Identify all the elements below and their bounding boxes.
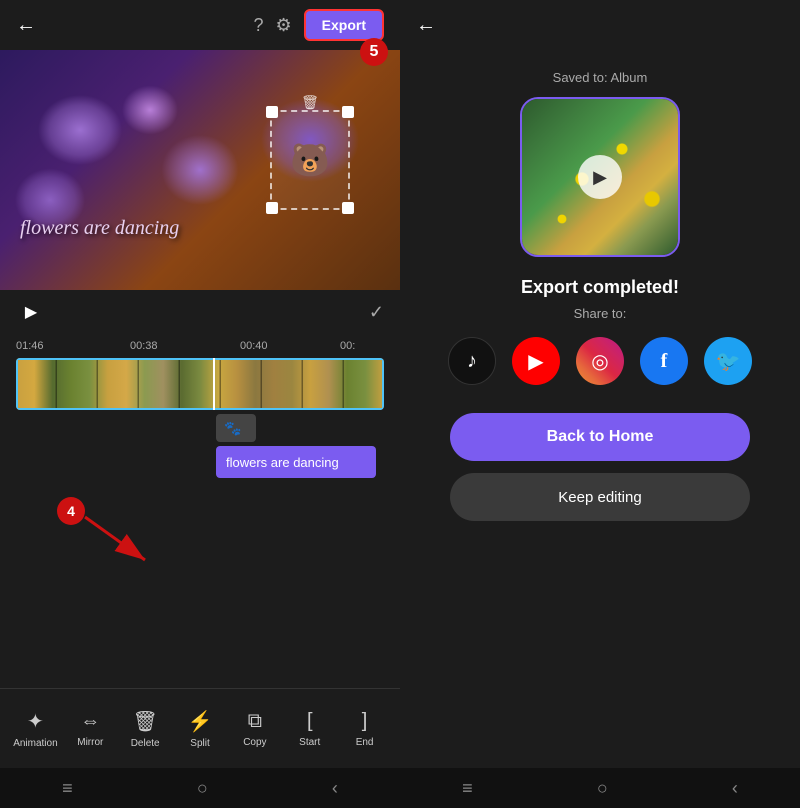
tiktok-icon: ♪: [467, 350, 477, 373]
tool-mirror[interactable]: ⇔ Mirror: [63, 710, 118, 748]
animation-label: Animation: [13, 738, 57, 749]
tool-animation[interactable]: ✦ Animation: [8, 709, 63, 749]
back-button[interactable]: ←: [16, 14, 36, 37]
start-icon: [: [307, 710, 313, 733]
text-track-label: flowers are dancing: [226, 455, 339, 470]
resize-handle-tr[interactable]: [342, 106, 354, 118]
video-background: flowers are dancing 🗑 🐻: [0, 50, 400, 290]
play-button[interactable]: ▶: [16, 297, 46, 327]
tool-delete[interactable]: 🗑 Delete: [118, 709, 173, 749]
export-button[interactable]: Export: [304, 9, 384, 41]
time-label-3: 00:40: [240, 340, 268, 352]
sub-tracks: 🐾 flowers are dancing: [16, 414, 384, 478]
saved-label: Saved to: Album: [553, 70, 648, 85]
time-label-4: 00:: [340, 340, 355, 352]
share-twitter-button[interactable]: 🐦: [704, 337, 752, 385]
instagram-icon: ◎: [591, 349, 608, 374]
left-nav-back-icon[interactable]: ‹: [332, 778, 338, 799]
right-nav-home-icon[interactable]: ○: [597, 778, 608, 799]
tool-end[interactable]: ] End: [337, 710, 392, 748]
sticker-track[interactable]: 🐾: [216, 414, 256, 442]
share-instagram-button[interactable]: ◎: [576, 337, 624, 385]
split-label: Split: [190, 738, 209, 749]
mirror-label: Mirror: [77, 737, 103, 748]
share-icons-row: ♪ ▶ ◎ f 🐦: [448, 337, 752, 385]
twitter-icon: 🐦: [716, 349, 741, 374]
settings-icon[interactable]: ⚙: [276, 15, 292, 36]
time-label-2: 00:38: [130, 340, 158, 352]
tool-copy[interactable]: ⧉ Copy: [227, 710, 282, 748]
end-icon: ]: [362, 710, 368, 733]
share-tiktok-button[interactable]: ♪: [448, 337, 496, 385]
timeline-ruler: 01:46 00:38 00:40 00:: [0, 334, 400, 358]
right-back-button[interactable]: ←: [416, 14, 436, 37]
right-nav-menu-icon[interactable]: ≡: [462, 778, 473, 799]
right-nav-back-icon[interactable]: ‹: [732, 778, 738, 799]
time-label-1: 01:46: [16, 340, 44, 352]
header-icons: ? ⚙ Export: [254, 9, 385, 41]
left-nav-home-icon[interactable]: ○: [197, 778, 208, 799]
youtube-icon: ▶: [528, 349, 543, 374]
left-nav-bar: ≡ ○ ‹: [0, 768, 400, 808]
back-to-home-button[interactable]: Back to Home: [450, 413, 750, 461]
left-header: ← ? ⚙ Export: [0, 0, 400, 50]
delete-handle-icon[interactable]: 🗑: [301, 94, 319, 111]
facebook-icon: f: [661, 350, 668, 373]
step-5-badge: 5: [360, 38, 388, 66]
right-header: ←: [400, 0, 800, 50]
right-content: Saved to: Album ▶ Export completed! Shar…: [400, 50, 800, 768]
keep-editing-button[interactable]: Keep editing: [450, 473, 750, 521]
video-text-overlay: flowers are dancing: [20, 217, 179, 240]
left-nav-menu-icon[interactable]: ≡: [62, 778, 73, 799]
timeline-controls: ▶ ✓: [0, 290, 400, 334]
video-thumbnail[interactable]: ▶: [520, 97, 680, 257]
text-track[interactable]: flowers are dancing: [216, 446, 376, 478]
thumbnail-play-button[interactable]: ▶: [578, 155, 622, 199]
split-icon: ⚡: [188, 709, 213, 734]
bottom-toolbar: ✦ Animation ⇔ Mirror 🗑 Delete ⚡ Split ⧉ …: [0, 688, 400, 768]
share-youtube-button[interactable]: ▶: [512, 337, 560, 385]
sticker-selection-box[interactable]: 🗑 🐻: [270, 110, 350, 210]
share-facebook-button[interactable]: f: [640, 337, 688, 385]
sticker-image: 🐻: [272, 112, 348, 208]
check-icon[interactable]: ✓: [369, 302, 384, 323]
selected-strip-indicator: [16, 358, 384, 410]
tool-split[interactable]: ⚡ Split: [173, 709, 228, 749]
right-nav-bar: ≡ ○ ‹: [400, 768, 800, 808]
svg-text:4: 4: [67, 503, 75, 519]
delete-label: Delete: [131, 738, 160, 749]
copy-icon: ⧉: [248, 710, 262, 733]
video-preview: flowers are dancing 🗑 🐻: [0, 50, 400, 290]
timeline-area: ▶ ✓ 01:46 00:38 00:40 00: 🐾 flowers are …: [0, 290, 400, 688]
help-icon[interactable]: ?: [254, 15, 264, 36]
video-strip[interactable]: [16, 358, 384, 410]
right-panel: ← Saved to: Album ▶ Export completed! Sh…: [400, 0, 800, 808]
start-label: Start: [299, 737, 320, 748]
delete-icon: 🗑: [132, 709, 157, 734]
step4-annotation: 4: [55, 495, 175, 575]
animation-icon: ✦: [27, 709, 44, 734]
share-label: Share to:: [574, 306, 627, 321]
left-panel: ← ? ⚙ Export 5 flowers are dancing 🗑 🐻: [0, 0, 400, 808]
timeline-cursor: [213, 358, 215, 410]
copy-label: Copy: [243, 737, 266, 748]
export-completed-label: Export completed!: [521, 277, 679, 298]
tool-start[interactable]: [ Start: [282, 710, 337, 748]
resize-handle-tl[interactable]: [266, 106, 278, 118]
resize-handle-bl[interactable]: [266, 202, 278, 214]
resize-handle-br[interactable]: [342, 202, 354, 214]
mirror-icon: ⇔: [80, 710, 100, 733]
end-label: End: [356, 737, 374, 748]
thumbnail-background: ▶: [522, 99, 678, 255]
